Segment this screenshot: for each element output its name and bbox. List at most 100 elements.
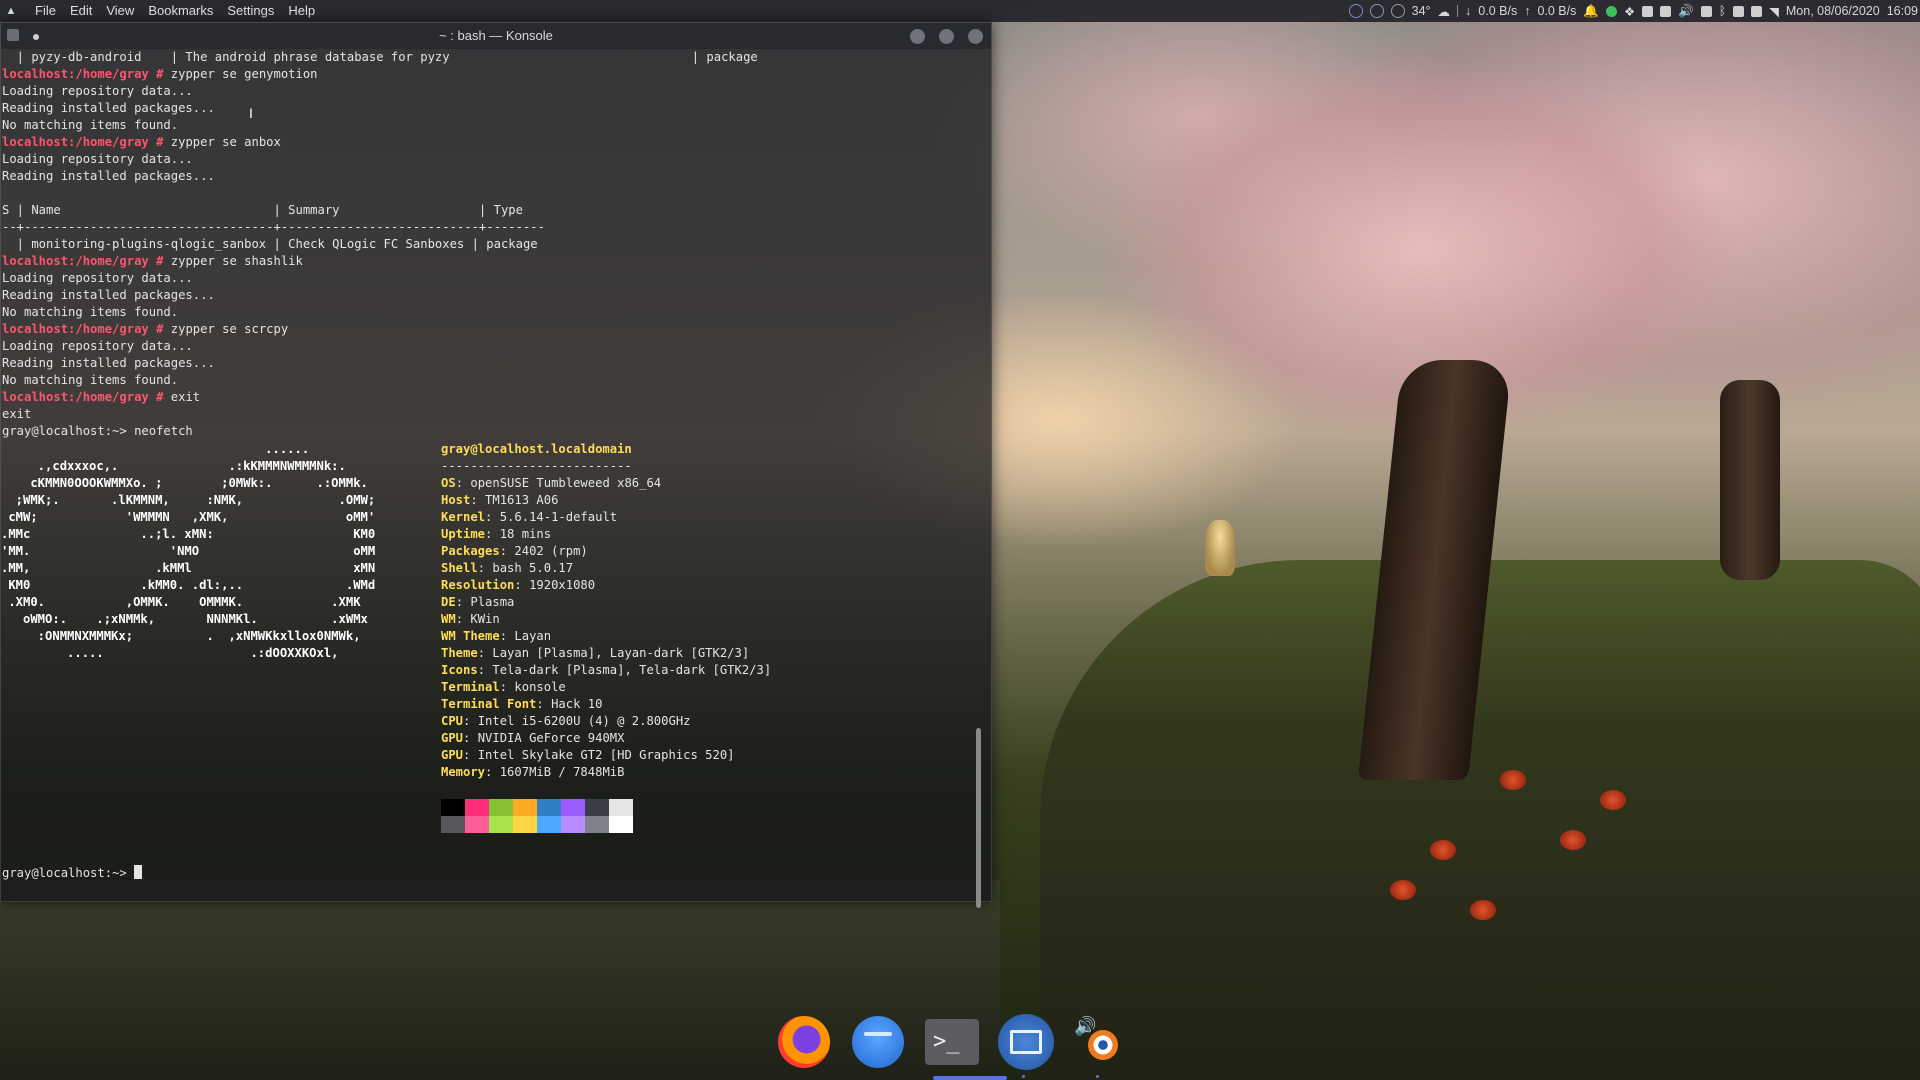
line-text: Reading installed packages... bbox=[2, 356, 215, 370]
info-key: DE bbox=[441, 595, 456, 609]
info-colon: : bbox=[463, 714, 478, 728]
menu-view[interactable]: View bbox=[99, 0, 141, 22]
info-value: Layan bbox=[514, 629, 552, 643]
terminal-line: Loading repository data... bbox=[2, 151, 962, 168]
clock-time[interactable]: 16:09 bbox=[1887, 4, 1918, 18]
terminal-line: Reading installed packages... bbox=[2, 355, 962, 372]
info-key: Memory bbox=[441, 765, 486, 779]
color-swatch bbox=[609, 816, 633, 833]
menu-bookmarks[interactable]: Bookmarks bbox=[141, 0, 220, 22]
weather-temperature[interactable]: 34° bbox=[1412, 4, 1431, 18]
info-header: gray@localhost.localdomain bbox=[441, 442, 632, 456]
wifi-icon[interactable]: ◥ bbox=[1769, 4, 1779, 19]
info-value: 1607MiB / 7848MiB bbox=[499, 765, 625, 779]
line-text: Loading repository data... bbox=[2, 271, 193, 285]
line-text: zypper se genymotion bbox=[163, 67, 318, 81]
clipboard-icon[interactable] bbox=[1642, 5, 1654, 17]
minimize-button[interactable] bbox=[910, 29, 925, 44]
line-text: Loading repository data... bbox=[2, 339, 193, 353]
dock-firefox[interactable] bbox=[776, 1014, 832, 1070]
info-value: TM1613 A06 bbox=[485, 493, 559, 507]
info-colon: : bbox=[470, 493, 486, 507]
active-indicator bbox=[933, 1076, 1007, 1080]
terminal-line: localhost:/home/gray # zypper se shashli… bbox=[2, 253, 962, 270]
active-prompt[interactable]: gray@localhost:~> bbox=[2, 865, 143, 882]
info-value: konsole bbox=[514, 680, 566, 694]
display-icon[interactable] bbox=[1700, 5, 1712, 17]
line-text: No matching items found. bbox=[2, 118, 179, 132]
menu-settings[interactable]: Settings bbox=[220, 0, 281, 22]
window-titlebar[interactable]: ~ : bash — Konsole bbox=[1, 23, 991, 49]
weather-cloud-icon[interactable]: ☁ bbox=[1438, 4, 1451, 19]
terminal-line: Reading installed packages... bbox=[2, 168, 962, 185]
keyboard-layout-icon[interactable] bbox=[1660, 5, 1672, 17]
info-value: 1920x1080 bbox=[529, 578, 596, 592]
color-swatch bbox=[537, 816, 561, 833]
info-colon: : bbox=[463, 748, 478, 762]
wallpaper-tree-trunk-small bbox=[1720, 380, 1780, 580]
color-swatch bbox=[489, 799, 513, 816]
info-colon: : bbox=[499, 629, 515, 643]
dock-files[interactable] bbox=[850, 1014, 906, 1070]
line-text: No matching items found. bbox=[2, 373, 179, 387]
memory-monitor-icon[interactable] bbox=[1369, 4, 1384, 18]
line-text: exit bbox=[163, 390, 201, 404]
menu-edit[interactable]: Edit bbox=[63, 0, 99, 22]
dock-konsole[interactable]: >_ bbox=[924, 1014, 1007, 1080]
device-notifier-icon[interactable] bbox=[1733, 5, 1745, 17]
battery-icon[interactable] bbox=[1751, 5, 1763, 17]
volume-icon[interactable]: 🔊 bbox=[1678, 4, 1694, 19]
dropbox-icon[interactable]: ❖ bbox=[1624, 4, 1635, 19]
line-text: zypper se shashlik bbox=[163, 254, 303, 268]
terminal-line: --+----------------------------------+--… bbox=[2, 219, 962, 236]
wallpaper-flower bbox=[1470, 900, 1496, 920]
line-text: Reading installed packages... bbox=[2, 288, 215, 302]
info-colon: : bbox=[463, 731, 478, 745]
ascii-row: .MMc ..;l. xMN: KM0 bbox=[1, 527, 376, 541]
bluetooth-icon[interactable]: ᛒ bbox=[1719, 4, 1727, 18]
line-text: No matching items found. bbox=[2, 305, 179, 319]
menu-file[interactable]: File bbox=[28, 0, 63, 22]
info-row: Host: TM1613 A06 bbox=[441, 492, 771, 509]
clock-date[interactable]: Mon, 08/06/2020 bbox=[1786, 4, 1880, 18]
notifications-icon[interactable]: 🔔 bbox=[1583, 4, 1599, 19]
konsole-app-icon[interactable]: ▲ bbox=[4, 4, 18, 18]
terminal-line: localhost:/home/gray # zypper se genymot… bbox=[2, 66, 962, 83]
ascii-row: ;WMK;. .lKMMNM, :NMK, .OMW; bbox=[1, 493, 376, 507]
terminal-line: Loading repository data... bbox=[2, 338, 962, 355]
line-text: Reading installed packages... bbox=[2, 169, 215, 183]
terminal-line: No matching items found. bbox=[2, 117, 962, 134]
info-colon: : bbox=[485, 510, 500, 524]
terminal-line: | monitoring-plugins-qlogic_sanbox | Che… bbox=[2, 236, 962, 253]
dock-blender[interactable]: 🔊 bbox=[1072, 1014, 1128, 1078]
terminal-scrollbar[interactable] bbox=[976, 728, 981, 908]
root-prompt: localhost:/home/gray # bbox=[2, 254, 164, 268]
info-key: Uptime bbox=[441, 527, 486, 541]
color-swatch bbox=[561, 799, 585, 816]
root-prompt: localhost:/home/gray # bbox=[2, 322, 164, 336]
ascii-row: ...... bbox=[1, 442, 310, 456]
info-key: WM Theme bbox=[441, 629, 500, 643]
info-key: WM bbox=[441, 612, 456, 626]
color-swatch bbox=[585, 816, 609, 833]
maximize-button[interactable] bbox=[939, 29, 954, 44]
konsole-window: ~ : bash — Konsole | pyzy-db-android | T… bbox=[0, 22, 992, 908]
info-key: Host bbox=[441, 493, 471, 507]
swap-monitor-icon[interactable] bbox=[1390, 4, 1405, 18]
update-status-icon[interactable] bbox=[1605, 5, 1617, 17]
color-swatch bbox=[513, 799, 537, 816]
menu-help[interactable]: Help bbox=[281, 0, 322, 22]
info-value: Tela-dark [Plasma], Tela-dark [GTK2/3] bbox=[492, 663, 772, 677]
palette-row bbox=[441, 799, 633, 816]
close-button[interactable] bbox=[968, 29, 983, 44]
info-colon: : bbox=[499, 680, 515, 694]
wallpaper-flower bbox=[1430, 840, 1456, 860]
color-swatch bbox=[441, 816, 465, 833]
dock-remote-desktop[interactable] bbox=[998, 1014, 1054, 1078]
color-swatch bbox=[465, 799, 489, 816]
folder-icon bbox=[852, 1016, 904, 1068]
root-prompt: localhost:/home/gray # bbox=[2, 67, 164, 81]
cpu-monitor-icon[interactable] bbox=[1348, 4, 1363, 18]
info-colon: : bbox=[485, 765, 500, 779]
